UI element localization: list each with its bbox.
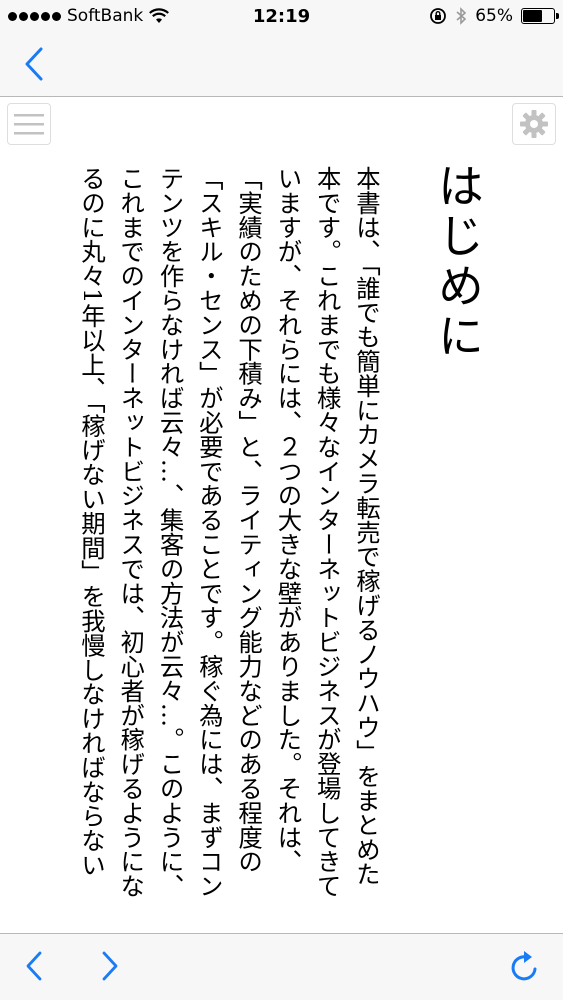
settings-button[interactable] [512, 103, 556, 145]
bottom-toolbar [0, 933, 563, 1000]
status-bar: SoftBank 12:19 65% [0, 0, 563, 34]
previous-page-button[interactable] [14, 946, 54, 986]
body-text: 本書は、「誰でも簡単にカメラ転売で稼げるノウハウ」をまとめた本です。これまでも様… [77, 166, 382, 898]
chevron-left-icon [26, 951, 42, 981]
chapter-title: はじめに [431, 162, 485, 362]
chevron-left-icon [25, 47, 43, 81]
hamburger-menu-icon [14, 114, 44, 135]
battery-icon [521, 8, 559, 24]
bluetooth-icon [456, 7, 467, 25]
back-button[interactable] [14, 44, 54, 84]
battery-level-fill [523, 10, 542, 22]
gear-icon [520, 110, 548, 138]
refresh-button[interactable] [505, 946, 545, 986]
status-right-group: 65% [429, 6, 559, 26]
next-page-button[interactable] [90, 946, 130, 986]
menu-button[interactable] [7, 103, 51, 145]
battery-percent: 65% [475, 6, 513, 26]
rotation-lock-icon [430, 8, 447, 24]
refresh-icon [511, 951, 537, 981]
navigation-bar [0, 34, 563, 97]
chevron-right-icon [102, 951, 118, 981]
